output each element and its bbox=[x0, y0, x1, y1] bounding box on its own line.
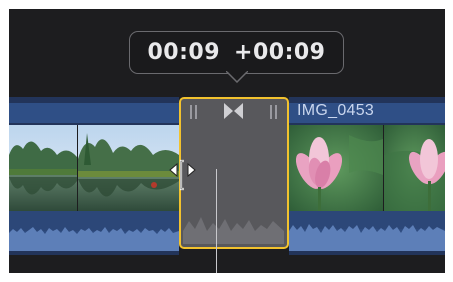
ripple-trim-cursor-icon bbox=[169, 159, 196, 191]
left-clip-audio-waveform bbox=[9, 211, 179, 251]
thumbnail-karst-1 bbox=[9, 125, 77, 211]
tooltip-delta: +00:09 bbox=[234, 40, 326, 65]
right-video-clip[interactable] bbox=[289, 97, 445, 255]
right-clip-audio-waveform bbox=[289, 211, 445, 251]
timeline-panel: IMG_0453 00:09 +00:09 bbox=[9, 9, 445, 273]
left-video-clip[interactable] bbox=[9, 97, 179, 255]
transition-edge-handle-left[interactable] bbox=[190, 105, 197, 119]
duration-tooltip: 00:09 +00:09 bbox=[129, 31, 344, 74]
cross-dissolve-icon bbox=[224, 103, 243, 119]
left-clip-thumbnails bbox=[9, 125, 179, 211]
right-clip-thumbnails bbox=[289, 125, 445, 211]
right-clip-name: IMG_0453 bbox=[297, 102, 375, 119]
tooltip-duration: 00:09 bbox=[147, 40, 221, 65]
thumbnail-lotus-2 bbox=[384, 125, 445, 211]
transition-audio-waveform bbox=[183, 217, 284, 244]
transition-edge-handle-right[interactable] bbox=[270, 105, 277, 119]
tooltip-pointer bbox=[226, 71, 248, 83]
thumbnail-lotus-1 bbox=[289, 125, 383, 211]
left-clip-title-bar bbox=[9, 103, 179, 123]
playhead[interactable] bbox=[216, 169, 217, 273]
thumbnail-karst-2 bbox=[78, 125, 179, 211]
